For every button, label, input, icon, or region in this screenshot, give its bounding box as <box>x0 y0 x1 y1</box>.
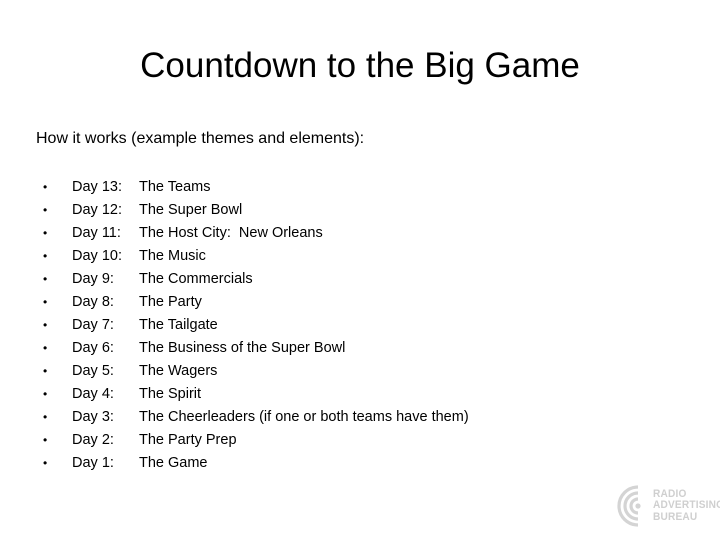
day-label: Day 1: <box>72 455 114 471</box>
bullet-icon: • <box>43 456 48 470</box>
rab-logo: RADIO ADVERTISING BUREAU <box>612 481 720 531</box>
presentation-slide: Countdown to the Big Game How it works (… <box>0 0 720 540</box>
page-title: Countdown to the Big Game <box>140 46 580 85</box>
bullet-icon: • <box>43 364 48 378</box>
bullet-icon: • <box>43 180 48 194</box>
day-topic: The Teams <box>139 179 211 195</box>
list-item: • Day 5: The Wagers <box>36 360 696 383</box>
day-topic: The Music <box>139 248 206 264</box>
bullet-icon: • <box>43 318 48 332</box>
list-item: • Day 7: The Tailgate <box>36 314 696 337</box>
day-label: Day 3: <box>72 409 114 425</box>
slide-body: How it works (example themes and element… <box>36 128 696 475</box>
day-label: Day 8: <box>72 294 114 310</box>
bullet-icon: • <box>43 249 48 263</box>
day-topic: The Cheerleaders (if one or both teams h… <box>139 409 469 425</box>
bullet-icon: • <box>43 203 48 217</box>
day-topic: The Spirit <box>139 386 202 402</box>
intro-text: How it works (example themes and element… <box>36 130 365 147</box>
bullet-icon: • <box>43 226 48 240</box>
list-item: • Day 11: The Host City: New Orleans <box>36 222 696 245</box>
logo-line-bureau: BUREAU <box>653 510 698 523</box>
bullet-icon: • <box>43 272 48 286</box>
list-item: • Day 4: The Spirit <box>36 383 696 406</box>
radio-waves-icon <box>612 483 652 529</box>
day-topic: The Party Prep <box>139 432 237 448</box>
day-topic: The Party <box>139 294 202 310</box>
list-item: • Day 10: The Music <box>36 245 696 268</box>
list-item: • Day 12: The Super Bowl <box>36 199 696 222</box>
list-item: • Day 6: The Business of the Super Bowl <box>36 337 696 360</box>
bullet-icon: • <box>43 410 48 424</box>
day-label: Day 10: <box>72 248 122 264</box>
bullet-icon: • <box>43 341 48 355</box>
day-topic: The Host City: New Orleans <box>139 225 323 241</box>
day-topic: The Commercials <box>139 271 253 287</box>
list-item: • Day 9: The Commercials <box>36 268 696 291</box>
day-label: Day 4: <box>72 386 114 402</box>
day-label: Day 2: <box>72 432 114 448</box>
day-topic: The Super Bowl <box>139 202 243 218</box>
list-item: • Day 13: The Teams <box>36 176 696 199</box>
bullet-icon: • <box>43 295 48 309</box>
day-topic: The Wagers <box>139 363 218 379</box>
day-label: Day 11: <box>72 225 121 241</box>
list-item: • Day 1: The Game <box>36 452 696 475</box>
day-topic: The Business of the Super Bowl <box>139 340 346 356</box>
list-item: • Day 3: The Cheerleaders (if one or bot… <box>36 406 696 429</box>
day-topic: The Tailgate <box>139 317 218 333</box>
day-label: Day 12: <box>72 202 122 218</box>
rab-wordmark: RADIO ADVERTISING BUREAU <box>653 488 720 524</box>
day-topic: The Game <box>139 455 208 471</box>
day-label: Day 13: <box>72 179 122 195</box>
day-label: Day 6: <box>72 340 114 356</box>
day-label: Day 9: <box>72 271 114 287</box>
bullet-icon: • <box>43 387 48 401</box>
day-label: Day 7: <box>72 317 114 333</box>
list-item: • Day 8: The Party <box>36 291 696 314</box>
list-item: • Day 2: The Party Prep <box>36 429 696 452</box>
day-label: Day 5: <box>72 363 114 379</box>
bullet-icon: • <box>43 433 48 447</box>
countdown-list: • Day 13: The Teams • Day 12: The Super … <box>36 176 696 475</box>
